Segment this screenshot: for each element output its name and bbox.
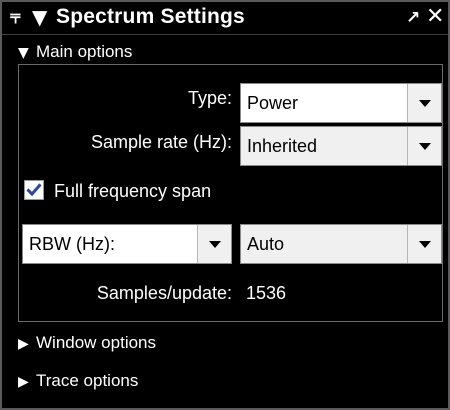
close-icon[interactable]: ✕ bbox=[426, 4, 444, 29]
collapsed-triangle-icon: ▶ bbox=[18, 374, 29, 390]
sample-rate-value[interactable]: Inherited bbox=[247, 136, 317, 157]
panel-title: Spectrum Settings bbox=[56, 5, 245, 28]
chevron-down-icon[interactable] bbox=[407, 84, 441, 122]
type-dropdown[interactable]: Power bbox=[240, 83, 442, 123]
trace-options-label: Trace options bbox=[36, 371, 139, 390]
checkmark-icon bbox=[26, 183, 42, 197]
sample-rate-combobox[interactable]: Inherited bbox=[240, 126, 442, 166]
samples-update-label: Samples/update: bbox=[96, 283, 232, 303]
main-options-label: Main options bbox=[36, 42, 133, 61]
sample-rate-label: Sample rate (Hz): bbox=[90, 132, 232, 152]
expanded-triangle-icon: ▼ bbox=[18, 45, 29, 61]
trace-options-header[interactable]: ▶ Trace options bbox=[18, 371, 138, 391]
spectrum-settings-panel: ⫧ ▼ Spectrum Settings ↗ ✕ ▼ Main options … bbox=[0, 0, 450, 410]
type-label: Type: bbox=[187, 88, 232, 108]
rbw-mode-dropdown[interactable]: RBW (Hz): bbox=[22, 224, 232, 264]
type-value: Power bbox=[247, 93, 299, 113]
rbw-mode-value: RBW (Hz): bbox=[29, 234, 115, 254]
chevron-down-icon[interactable] bbox=[197, 225, 231, 263]
pin-icon[interactable]: ⫧ bbox=[10, 6, 21, 28]
samples-update-value: 1536 bbox=[246, 283, 287, 303]
window-options-label: Window options bbox=[36, 333, 157, 352]
rbw-value-combobox[interactable]: Auto bbox=[240, 224, 442, 264]
chevron-down-icon[interactable] bbox=[407, 127, 441, 165]
full-frequency-span-label[interactable]: Full frequency span bbox=[54, 181, 211, 202]
title-bar: ⫧ ▼ Spectrum Settings ↗ ✕ bbox=[2, 2, 448, 35]
collapse-panel-icon[interactable]: ▼ bbox=[32, 5, 47, 29]
undock-icon[interactable]: ↗ bbox=[406, 8, 420, 28]
full-frequency-span-checkbox[interactable] bbox=[24, 180, 44, 200]
main-options-header[interactable]: ▼ Main options bbox=[18, 42, 132, 62]
collapsed-triangle-icon: ▶ bbox=[18, 336, 29, 352]
chevron-down-icon[interactable] bbox=[407, 225, 441, 263]
rbw-value[interactable]: Auto bbox=[247, 234, 284, 255]
window-options-header[interactable]: ▶ Window options bbox=[18, 333, 156, 353]
